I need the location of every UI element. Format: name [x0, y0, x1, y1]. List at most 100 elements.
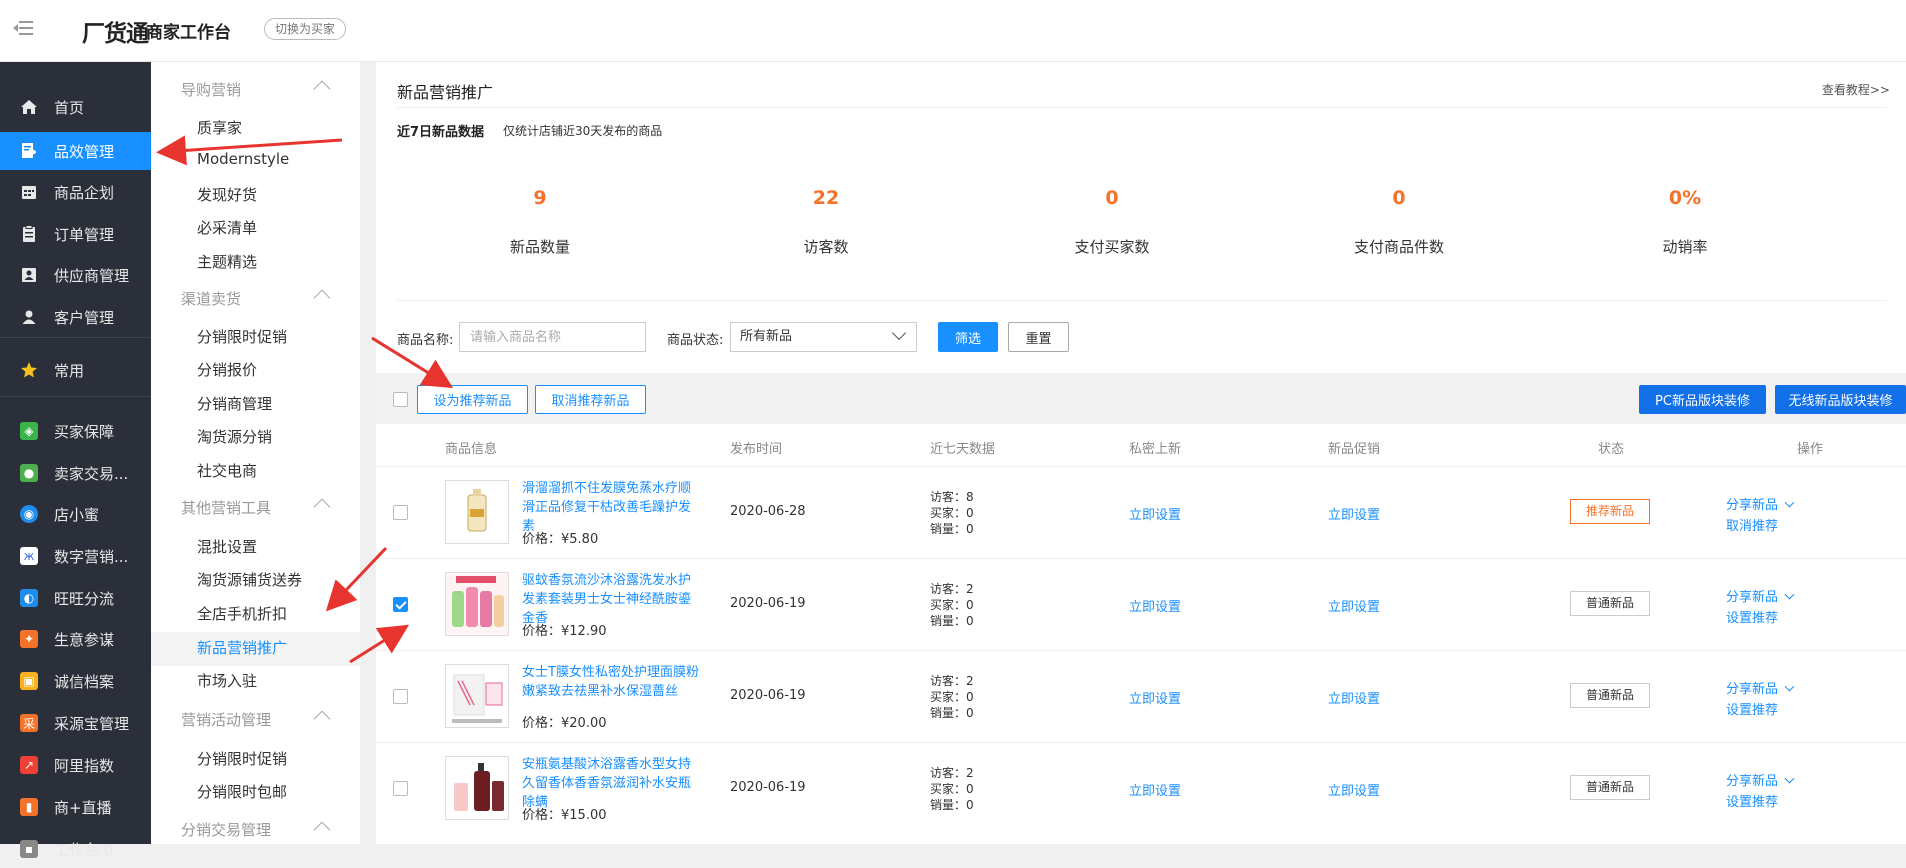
- doc-edit-icon: [20, 142, 38, 160]
- sidebar-item-label: 生意参谋: [54, 630, 115, 649]
- subnav-group-other-tools[interactable]: 其他营销工具: [181, 497, 271, 518]
- product-thumbnail[interactable]: [445, 572, 509, 636]
- set-recommend-link[interactable]: 设置推荐: [1726, 699, 1778, 718]
- sidebar-item-label: 诚信档案: [54, 672, 115, 691]
- sidebar-item-caiyuanbao[interactable]: 采 采源宝管理: [0, 704, 151, 742]
- set-recommend-link[interactable]: 设置推荐: [1726, 791, 1778, 810]
- sidebar-item-ali-index[interactable]: ↗ 阿里指数: [0, 746, 151, 784]
- product-name-input[interactable]: [459, 322, 646, 352]
- subnav-group-campaign-management[interactable]: 营销活动管理: [181, 709, 271, 730]
- product-price: 价格：¥20.00: [522, 716, 607, 731]
- share-product-dropdown[interactable]: 分享新品: [1726, 494, 1795, 513]
- product-name-link[interactable]: 女士T膜女性私密处护理面膜粉嫩紧致去祛黑补水保湿蔷丝: [522, 663, 702, 701]
- sidebar-item-store-bot[interactable]: ◉ 店小蜜: [0, 495, 151, 533]
- cancel-recommend-button[interactable]: 取消推荐新品: [535, 385, 646, 414]
- sidebar-item-live[interactable]: ▮ 商+直播: [0, 788, 151, 826]
- stat-new-count-label: 新品数量: [509, 238, 570, 256]
- subnav-item[interactable]: 淘货源铺货送券: [197, 569, 302, 590]
- private-launch-link[interactable]: 立即设置: [1129, 780, 1181, 799]
- product-thumbnail[interactable]: [445, 480, 509, 544]
- seven-day-stats: 访客：8 买家：0 销量：0: [930, 489, 974, 537]
- row-checkbox[interactable]: [393, 597, 408, 612]
- private-launch-link[interactable]: 立即设置: [1129, 504, 1181, 523]
- subnav-item[interactable]: 主题精选: [197, 251, 257, 272]
- sidebar-item-product-effect[interactable]: 品效管理: [0, 132, 151, 170]
- pc-decor-button[interactable]: PC新品版块装修: [1639, 385, 1766, 414]
- visitors-count: 访客：8: [930, 490, 974, 504]
- private-launch-link[interactable]: 立即设置: [1129, 596, 1181, 615]
- col-header-promo: 新品促销: [1328, 442, 1381, 457]
- subnav-item[interactable]: 混批设置: [197, 536, 257, 557]
- subnav-item[interactable]: 社交电商: [197, 460, 257, 481]
- sidebar-item-credit-archive[interactable]: ▣ 诚信档案: [0, 662, 151, 700]
- top-bar: 厂货通 商家工作台 切换为买家: [0, 0, 1906, 62]
- sidebar-item-orders[interactable]: 订单管理: [0, 215, 151, 253]
- stat-items-label: 支付商品件数: [1353, 238, 1444, 256]
- wangwang-app-icon: ◐: [20, 589, 38, 607]
- sidebar-item-seller-trade[interactable]: ● 卖家交易...: [0, 454, 151, 492]
- sidebar-item-workbench[interactable]: ▪ 工作台 0: [0, 830, 151, 868]
- subnav-item[interactable]: 分销限时包邮: [197, 781, 287, 802]
- product-status-value: 所有新品: [740, 329, 793, 344]
- subnav-item[interactable]: 质享家: [197, 117, 242, 138]
- visitors-count: 访客：2: [930, 766, 974, 780]
- subnav-item[interactable]: 淘货源分销: [197, 426, 272, 447]
- subnav-item[interactable]: 分销商管理: [197, 393, 272, 414]
- new-promo-link[interactable]: 立即设置: [1328, 688, 1380, 707]
- subnav-group-channel-sales[interactable]: 渠道卖货: [181, 288, 241, 309]
- sidebar-item-suppliers[interactable]: 供应商管理: [0, 256, 151, 294]
- product-status-select[interactable]: 所有新品: [730, 322, 917, 352]
- wireless-decor-button[interactable]: 无线新品版块装修: [1775, 385, 1906, 414]
- user-icon: [20, 308, 38, 326]
- sidebar-item-business-advisor[interactable]: ✦ 生意参谋: [0, 620, 151, 658]
- sidebar-item-digital-marketing[interactable]: ж 数字营销...: [0, 537, 151, 575]
- menu-collapse-icon[interactable]: [13, 19, 33, 37]
- share-product-dropdown[interactable]: 分享新品: [1726, 586, 1795, 605]
- share-product-dropdown[interactable]: 分享新品: [1726, 770, 1795, 789]
- tutorial-link[interactable]: 查看教程>>: [1822, 81, 1890, 98]
- subnav-item-new-product-promotion[interactable]: 新品营销推广: [197, 637, 287, 658]
- new-promo-link[interactable]: 立即设置: [1328, 596, 1380, 615]
- subnav-item[interactable]: 分销报价: [197, 359, 257, 380]
- sidebar-item-product-planning[interactable]: 商品企划: [0, 173, 151, 211]
- subnav-item[interactable]: 分销限时促销: [197, 748, 287, 769]
- private-launch-link[interactable]: 立即设置: [1129, 688, 1181, 707]
- sidebar-item-favorites[interactable]: 常用: [0, 351, 151, 389]
- sidebar-item-buyer-protection[interactable]: ◈ 买家保障: [0, 412, 151, 450]
- row-checkbox[interactable]: [393, 781, 408, 796]
- subnav-item[interactable]: 全店手机折扣: [197, 603, 287, 624]
- sidebar-item-label: 首页: [54, 98, 85, 117]
- share-product-dropdown[interactable]: 分享新品: [1726, 678, 1795, 697]
- new-promo-link[interactable]: 立即设置: [1328, 504, 1380, 523]
- subnav-item[interactable]: 发现好货: [197, 184, 257, 205]
- product-thumbnail[interactable]: [445, 756, 509, 820]
- subnav-item[interactable]: 必采清单: [197, 217, 257, 238]
- select-all-checkbox[interactable]: [393, 392, 408, 407]
- switch-to-buyer-button[interactable]: 切换为买家: [264, 18, 347, 40]
- subnav-group-distribution-trade[interactable]: 分销交易管理: [181, 819, 271, 840]
- sidebar-item-customers[interactable]: 客户管理: [0, 298, 151, 336]
- col-header-7day: 近七天数据: [930, 442, 996, 457]
- share-label: 分享新品: [1726, 590, 1779, 605]
- new-promo-link[interactable]: 立即设置: [1328, 780, 1380, 799]
- cancel-recommend-link[interactable]: 取消推荐: [1726, 515, 1778, 534]
- share-label: 分享新品: [1726, 774, 1779, 789]
- filter-button[interactable]: 筛选: [938, 322, 998, 352]
- brand-logo: 厂货通: [82, 21, 149, 47]
- seller-app-icon: ●: [20, 464, 38, 482]
- sidebar-item-wangwang-routing[interactable]: ◐ 旺旺分流: [0, 579, 151, 617]
- set-recommend-button[interactable]: 设为推荐新品: [417, 385, 528, 414]
- reset-button[interactable]: 重置: [1008, 322, 1069, 352]
- row-checkbox[interactable]: [393, 505, 408, 520]
- seven-day-stats: 访客：2 买家：0 销量：0: [930, 673, 974, 721]
- row-checkbox[interactable]: [393, 689, 408, 704]
- subnav-item[interactable]: Modernstyle: [197, 150, 289, 168]
- set-recommend-link[interactable]: 设置推荐: [1726, 607, 1778, 626]
- subnav-group-guide-marketing[interactable]: 导购营销: [181, 79, 241, 100]
- sidebar-item-home[interactable]: 首页: [0, 88, 151, 126]
- subnav-item[interactable]: 市场入驻: [197, 670, 257, 691]
- subnav-item[interactable]: 分销限时促销: [197, 326, 287, 347]
- share-label: 分享新品: [1726, 498, 1779, 513]
- product-thumbnail[interactable]: [445, 664, 509, 728]
- status-badge: 普通新品: [1570, 683, 1650, 708]
